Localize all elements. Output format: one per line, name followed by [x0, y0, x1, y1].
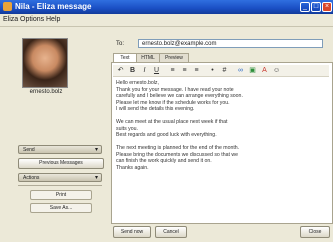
- previous-messages-button[interactable]: Previous Messages: [18, 158, 104, 169]
- menu-options[interactable]: Options: [20, 16, 44, 23]
- number-list-icon[interactable]: #: [221, 67, 228, 74]
- color-icon[interactable]: A: [261, 67, 268, 74]
- avatar: [22, 38, 68, 88]
- app-window: Nila - Eliza message _ □ × Eliza Options…: [0, 0, 333, 242]
- menu-eliza[interactable]: Eliza: [3, 16, 18, 23]
- to-label: To:: [116, 41, 125, 47]
- window-title: Nila - Eliza message: [15, 2, 92, 11]
- title-bar[interactable]: Nila - Eliza message _ □ ×: [0, 0, 333, 14]
- maximize-icon[interactable]: □: [311, 2, 321, 12]
- save-as-button[interactable]: Save As...: [30, 203, 92, 213]
- italic-icon[interactable]: I: [141, 67, 148, 74]
- align-right-icon[interactable]: ≡: [193, 67, 200, 74]
- link-icon[interactable]: ∞: [237, 67, 244, 74]
- menu-bar: Eliza Options Help: [0, 14, 333, 27]
- underline-icon[interactable]: U: [153, 67, 160, 74]
- to-field[interactable]: ernesto.bolz@example.com: [138, 39, 323, 48]
- formatting-toolbar: ↶ B I U ≡ ≡ ≡ • # ∞ ▣ A ☺: [113, 65, 329, 77]
- send-dropdown[interactable]: Send: [18, 145, 102, 155]
- menu-help[interactable]: Help: [46, 16, 60, 23]
- app-icon: [3, 2, 12, 11]
- message-body[interactable]: Hello ernesto.bolz, Thank you for your m…: [116, 80, 324, 216]
- undo-icon[interactable]: ↶: [117, 67, 124, 74]
- contact-name: ernesto.bolz: [29, 89, 63, 95]
- align-center-icon[interactable]: ≡: [181, 67, 188, 74]
- minimize-icon[interactable]: _: [300, 2, 310, 12]
- smiley-icon[interactable]: ☺: [273, 67, 280, 74]
- image-icon[interactable]: ▣: [249, 67, 256, 74]
- bold-icon[interactable]: B: [129, 67, 136, 74]
- close-button[interactable]: Close: [300, 226, 330, 238]
- actions-dropdown[interactable]: Actions: [18, 173, 102, 183]
- send-now-button[interactable]: Send now: [113, 226, 151, 238]
- divider: [18, 185, 102, 186]
- close-icon[interactable]: ×: [322, 2, 332, 12]
- cancel-button[interactable]: Cancel: [155, 226, 187, 238]
- align-left-icon[interactable]: ≡: [169, 67, 176, 74]
- print-button[interactable]: Print: [30, 190, 92, 200]
- bullet-list-icon[interactable]: •: [209, 67, 216, 74]
